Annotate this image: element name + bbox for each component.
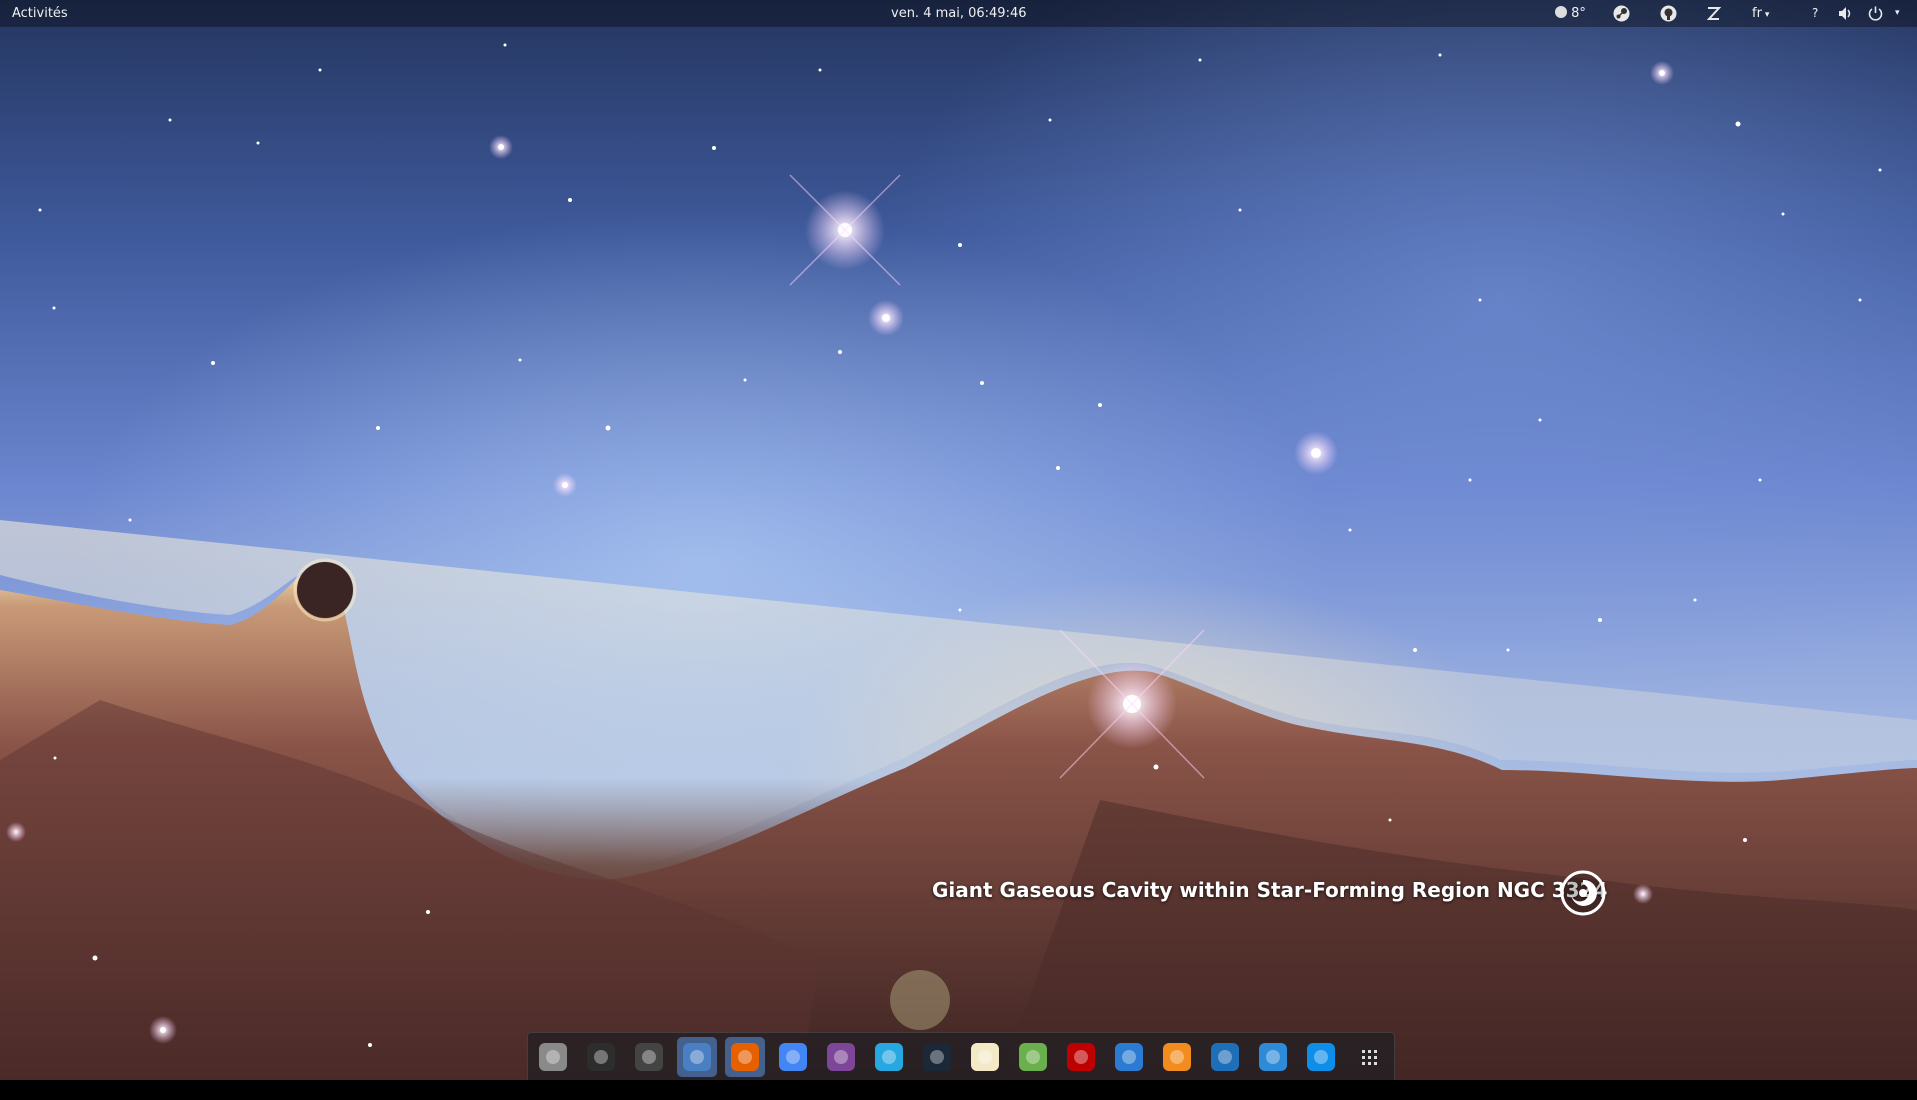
wallpaper-caption: Giant Gaseous Cavity within Star-Forming… [932,878,1608,902]
files-icon[interactable] [533,1037,573,1077]
top-bar: Activités ven. 4 mai, 06:49:46 8° fr ▾ ? … [0,0,1917,27]
hubble-spiral-icon [1560,870,1606,916]
show-applications-icon[interactable] [1349,1037,1389,1077]
firefox-icon[interactable] [725,1037,765,1077]
z-app-icon[interactable] [1704,4,1723,23]
weather-indicator[interactable]: 8° [1555,0,1586,27]
clock-menu[interactable]: ven. 4 mai, 06:49:46 [891,0,1027,27]
desktop-wallpaper: Giant Gaseous Cavity within Star-Forming… [0,0,1917,1080]
weather-temperature: 8° [1571,6,1586,21]
vscode-icon[interactable] [869,1037,909,1077]
gear-app-icon[interactable] [1205,1037,1245,1077]
weather-icon [1555,6,1567,18]
system-monitor-icon[interactable] [1109,1037,1149,1077]
filezilla-icon[interactable] [1061,1037,1101,1077]
chrome-icon[interactable] [773,1037,813,1077]
tor-browser-icon[interactable] [821,1037,861,1077]
diamond-app-icon[interactable] [1253,1037,1293,1077]
terminal-icon[interactable] [581,1037,621,1077]
help-icon[interactable]: ? [1812,0,1818,27]
text-editor-icon[interactable] [965,1037,1005,1077]
activities-button[interactable]: Activités [12,0,68,27]
chevron-down-icon: ▾ [1764,10,1770,20]
nebula-image [0,43,1917,1080]
volume-icon[interactable] [1836,4,1855,23]
system-menu-chevron-icon[interactable]: ▾ [1895,0,1900,27]
scissors-app-icon[interactable] [1013,1037,1053,1077]
keyboard-layout-label: fr [1752,6,1762,21]
steam-icon[interactable] [1612,4,1631,23]
photo-app-icon[interactable] [629,1037,669,1077]
keyboard-layout-menu[interactable]: fr ▾ [1752,0,1769,27]
screen-bottom-edge [0,1080,1917,1100]
p-app-icon[interactable] [1157,1037,1197,1077]
teamviewer-icon[interactable] [1301,1037,1341,1077]
github-icon[interactable] [1659,4,1678,23]
thunderbird-icon[interactable] [677,1037,717,1077]
dock [527,1032,1395,1081]
power-icon[interactable] [1866,4,1885,23]
steam-icon[interactable] [917,1037,957,1077]
